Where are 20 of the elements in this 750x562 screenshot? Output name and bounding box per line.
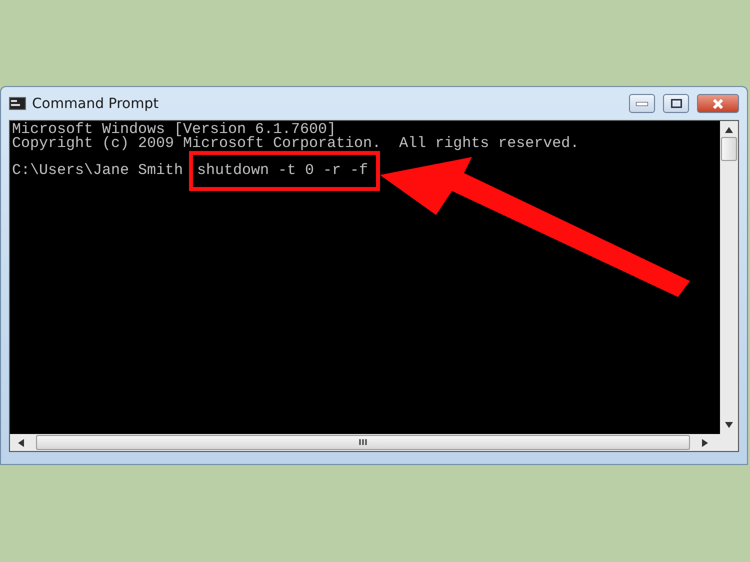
command-prompt: C:\Users\Jane Smith	[12, 162, 184, 179]
close-button[interactable]	[697, 94, 739, 113]
scroll-thumb[interactable]: III	[36, 435, 690, 450]
vertical-scrollbar[interactable]	[720, 121, 738, 434]
scroll-right-icon[interactable]	[702, 438, 708, 446]
highlighted-command: shutdown -t 0 -r -f	[189, 151, 380, 191]
scroll-down-icon[interactable]	[725, 422, 733, 428]
scroll-left-icon[interactable]	[18, 438, 24, 446]
close-icon	[712, 98, 724, 108]
minimize-icon	[636, 102, 648, 106]
console-line: Copyright (c) 2009 Microsoft Corporation. All rights reserved.	[12, 137, 580, 151]
console-line: Microsoft Windows [Version 6.1.7600]	[12, 123, 336, 137]
scroll-up-icon[interactable]	[725, 127, 733, 133]
window-title: Command Prompt	[32, 96, 160, 112]
console-icon	[9, 97, 26, 110]
minimize-button[interactable]	[629, 94, 655, 113]
maximize-icon	[670, 99, 682, 108]
scroll-thumb[interactable]	[721, 137, 737, 161]
horizontal-scrollbar[interactable]: III	[10, 434, 738, 451]
maximize-button[interactable]	[663, 94, 689, 113]
